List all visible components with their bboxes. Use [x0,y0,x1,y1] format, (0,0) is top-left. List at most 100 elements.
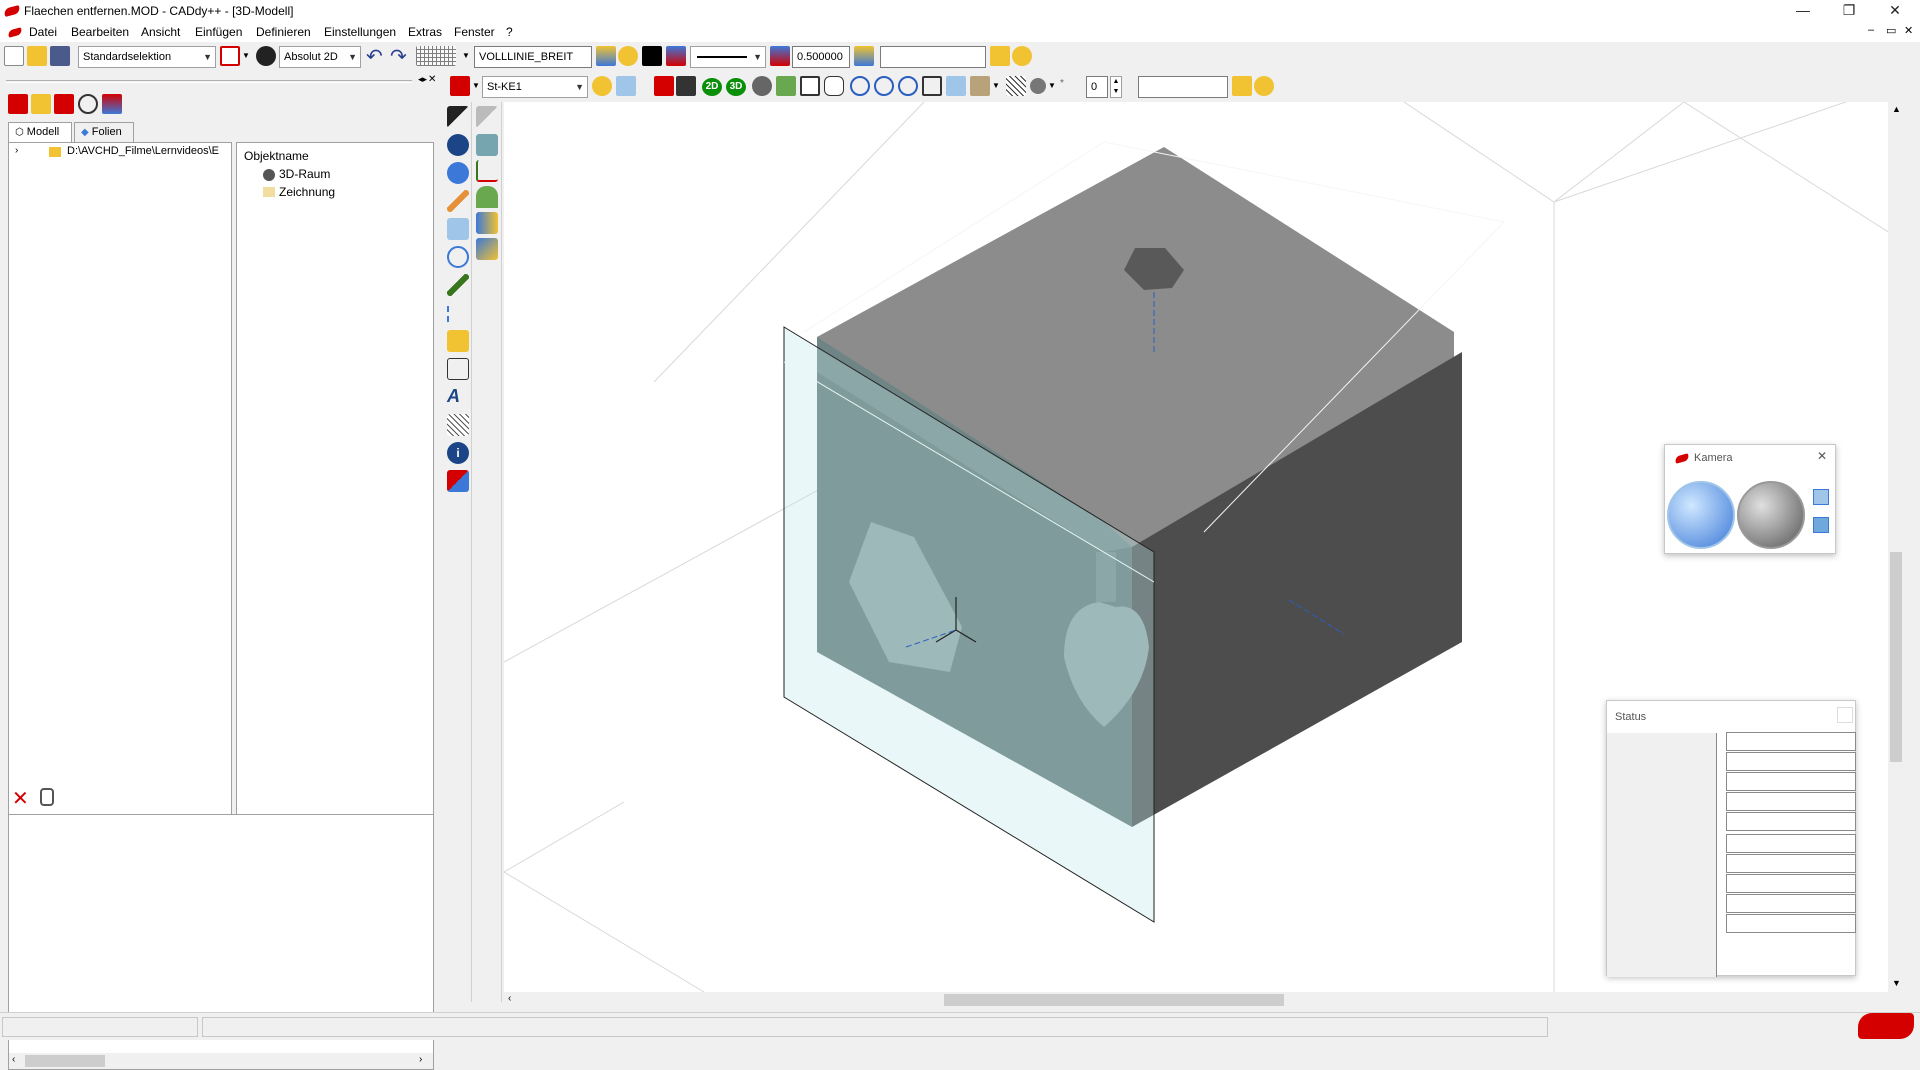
extrude-icon[interactable] [476,212,498,234]
pencil-tool-icon[interactable] [447,190,469,212]
menu-einstellungen[interactable]: Einstellungen [324,25,396,39]
zoom-previous-icon[interactable] [922,76,942,96]
menu-datei[interactable]: Datei [29,25,57,39]
zoom-all-icon[interactable] [898,76,918,96]
menu-fenster[interactable]: Fenster [454,25,495,39]
viewport-vertical-scrollbar[interactable]: ▲ ▼ [1888,102,1904,992]
tree-path[interactable]: D:\AVCHD_Filme\Lernvideos\E [67,145,231,157]
rotate-view-icon[interactable] [752,76,772,96]
select-arrow-icon[interactable] [447,106,469,128]
restore-button[interactable]: ❐ [1826,0,1872,22]
spinner-arrows-icon[interactable]: ▲ ▼ [1110,76,1122,98]
panel-pin-icon[interactable]: ◂▸ [418,74,427,85]
panel-close-icon[interactable]: ✕ [428,74,436,85]
open-folder-icon[interactable] [27,46,47,66]
new-file-icon[interactable] [4,46,24,66]
camera-cube-front-icon[interactable] [1813,517,1829,533]
delete-selection-icon[interactable]: ✕ [12,786,29,811]
line-width-field[interactable]: 0.500000 [792,46,850,68]
folder-layers-icon[interactable] [1232,76,1252,96]
object-3d-raum[interactable]: 3D-Raum [279,167,330,181]
scroll-up-arrow-icon[interactable]: ▲ [1892,104,1901,114]
cube-view-icon[interactable] [776,76,796,96]
tab-folien[interactable]: ◆ Folien [74,122,134,142]
box-solid-icon[interactable] [476,134,498,156]
info-tool-icon[interactable]: i [447,442,469,464]
draw-line-tool-icon[interactable] [447,274,469,296]
selection-filter-icon[interactable] [220,46,240,66]
grid-icon[interactable] [416,46,456,66]
sphere-tool-icon[interactable] [447,134,469,156]
scrollbar-thumb[interactable] [944,994,1284,1006]
save-icon[interactable] [50,46,70,66]
camera-cube-top-icon[interactable] [1813,489,1829,505]
camera-rotate-globe-icon[interactable] [1737,481,1805,549]
selection-mode-select[interactable]: Standardselektion ▼ [78,46,216,68]
section-plane-icon[interactable] [946,76,966,96]
line-style-select[interactable]: ▼ [690,46,766,68]
layer-stack-icon[interactable] [666,46,686,66]
rotate-tool-icon[interactable] [447,246,469,268]
coord-mode-select[interactable]: Absolut 2D ▼ [279,46,361,68]
camera-window-close-icon[interactable]: ✕ [1817,449,1827,463]
chevron-down-icon[interactable]: ▼ [242,51,250,60]
mdi-minimize-button[interactable]: – [1868,24,1874,36]
pan-hand-icon[interactable] [824,76,844,96]
bulb-icon[interactable] [1012,46,1032,66]
folder-layers-icon[interactable] [990,46,1010,66]
modify-solid-icon[interactable] [476,238,498,260]
menu-help[interactable]: ? [506,25,513,39]
chevron-down-icon[interactable]: ▼ [462,51,470,60]
folder-tree-icon[interactable] [31,94,51,114]
redo-icon[interactable]: ↷ [390,44,407,69]
lock-icon[interactable] [40,788,54,806]
expand-arrow-icon[interactable]: › [15,145,18,156]
menu-ansicht[interactable]: Ansicht [141,25,180,39]
chevron-down-icon[interactable]: ▼ [472,81,480,90]
layer-icon[interactable] [854,46,874,66]
scroll-left-arrow-icon[interactable]: ‹ [508,993,511,1004]
text-tool-icon[interactable]: A [447,386,469,408]
layer-field[interactable] [880,46,986,68]
line-width-icon[interactable] [770,46,790,66]
select-3d-arrow-icon[interactable] [476,106,498,128]
dimension-tool-icon[interactable] [447,358,469,380]
shaded-cube-icon[interactable] [970,76,990,96]
tab-modell[interactable]: ⬡ Modell [8,122,72,142]
object-zeichnung[interactable]: Zeichnung [279,185,335,199]
view-3d-button[interactable]: 3D [726,78,746,96]
zoom-window-icon[interactable] [800,76,820,96]
material-select[interactable]: St-KE1 ▼ [482,76,588,98]
layer-icon[interactable] [596,46,616,66]
edge-icon[interactable] [676,76,696,96]
menu-einfuegen[interactable]: Einfügen [195,25,242,39]
view-2d-button[interactable]: 2D [702,78,722,96]
axis-tool-icon[interactable] [447,302,469,324]
hatch-tool-icon[interactable] [447,414,469,436]
property-horizontal-scrollbar[interactable]: ‹ › [9,1053,433,1069]
viewport-horizontal-scrollbar[interactable]: ‹ [504,992,1904,1008]
bulb-icon[interactable] [1254,76,1274,96]
line-type-field[interactable]: VOLLLINIE_BREIT [474,46,592,68]
scrollbar-thumb[interactable] [25,1055,105,1067]
snap-icon[interactable] [256,46,276,66]
bulb-icon[interactable] [618,46,638,66]
sphere-icon[interactable] [1030,78,1046,94]
zoom-out-icon[interactable] [874,76,894,96]
delete-model-icon[interactable] [54,94,74,114]
toolbar2-field[interactable] [1138,76,1228,98]
curve-icon[interactable] [616,76,636,96]
chevron-down-icon[interactable]: ▼ [992,81,1000,90]
scroll-down-arrow-icon[interactable]: ▼ [1892,978,1901,988]
material-icon[interactable] [450,76,470,96]
menu-bearbeiten[interactable]: Bearbeiten [71,25,129,39]
zoom-in-icon[interactable] [850,76,870,96]
revolve-tool-icon[interactable] [447,162,469,184]
color-swatch-icon[interactable] [642,46,662,66]
scrollbar-thumb[interactable] [1890,552,1902,762]
coordinate-system-icon[interactable] [476,160,498,182]
refresh-icon[interactable] [78,94,98,114]
scroll-right-arrow-icon[interactable]: › [419,1054,422,1065]
undo-icon[interactable]: ↶ [366,44,383,69]
trim-tool-icon[interactable] [447,218,469,240]
